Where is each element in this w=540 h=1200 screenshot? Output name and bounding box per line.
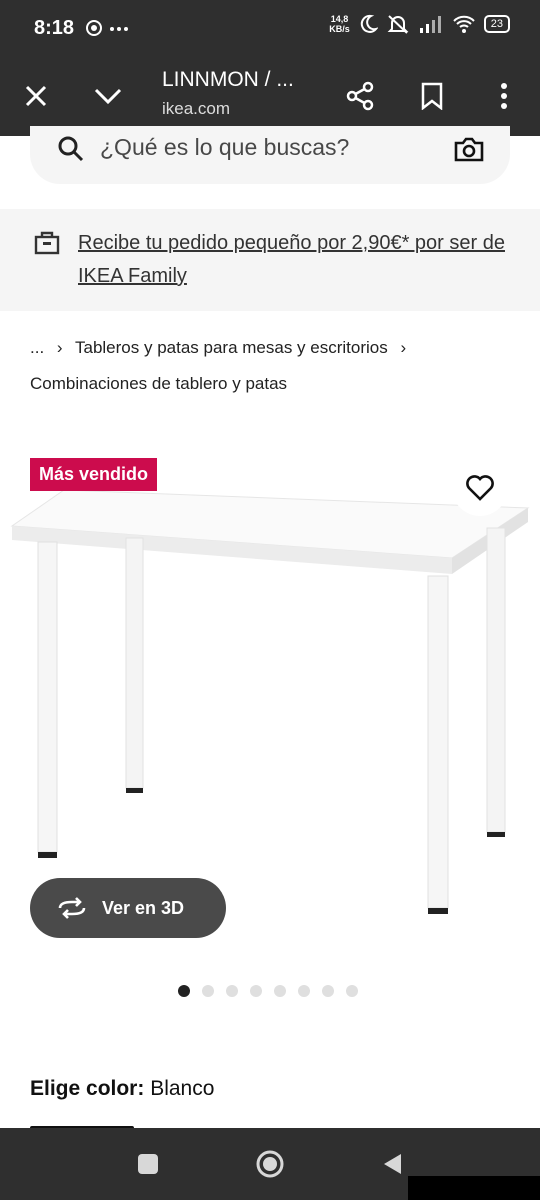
carousel-dots	[178, 985, 358, 997]
close-icon	[25, 85, 47, 107]
heart-icon	[466, 475, 494, 501]
favorite-button[interactable]	[452, 460, 508, 516]
carousel-dot[interactable]	[298, 985, 310, 997]
bestseller-badge: Más vendido	[30, 458, 158, 491]
back-triangle-icon	[384, 1154, 401, 1174]
color-selector-heading: Elige color: Blanco	[30, 1077, 214, 1101]
status-bar: 8:18 14,8 KB/s 23	[0, 0, 540, 56]
bookmark-icon	[421, 82, 443, 110]
mute-bell-icon	[387, 15, 409, 34]
carousel-dot[interactable]	[202, 985, 214, 997]
nav-bar-shadow	[408, 1176, 540, 1200]
carousel-dot[interactable]	[178, 985, 190, 997]
notification-icons	[86, 19, 130, 42]
status-time: 8:18	[34, 17, 75, 39]
view-3d-label: Ver en 3D	[102, 897, 185, 918]
net-speed-unit: KB/s	[329, 24, 350, 34]
close-tab-button[interactable]	[14, 74, 58, 118]
carousel-dot[interactable]	[274, 985, 286, 997]
net-speed-value: 14,8	[330, 14, 349, 24]
collapse-button[interactable]	[86, 74, 130, 118]
carousel-dot[interactable]	[250, 985, 262, 997]
browser-toolbar: LINNMON / ... ikea.com	[0, 56, 540, 136]
breadcrumb-ellipsis[interactable]: ...	[30, 338, 44, 357]
view-3d-button[interactable]: Ver en 3D	[30, 878, 226, 938]
back-button[interactable]	[374, 1146, 410, 1182]
page-url: ikea.com	[162, 99, 231, 118]
recents-button[interactable]	[130, 1146, 166, 1182]
network-speed: 14,8 KB/s	[329, 14, 350, 34]
bookmark-button[interactable]	[410, 74, 454, 118]
carousel-dot[interactable]	[226, 985, 238, 997]
breadcrumb-item-tableros[interactable]: Tableros y patas para mesas y escritorio…	[75, 338, 388, 357]
home-circle-icon	[256, 1150, 284, 1178]
status-right-icons: 14,8 KB/s 23	[329, 14, 510, 34]
more-vert-icon	[501, 83, 507, 109]
search-icon	[58, 136, 84, 167]
signal-icon	[419, 16, 441, 33]
rotate-3d-icon	[58, 897, 86, 919]
color-value: Blanco	[150, 1077, 215, 1100]
color-label: Elige color:	[30, 1077, 145, 1100]
chrome-icon	[86, 20, 128, 36]
camera-search-icon[interactable]	[454, 136, 484, 167]
system-nav-bar	[0, 1128, 540, 1200]
share-icon	[346, 81, 374, 111]
family-banner[interactable]: Recibe tu pedido pequeño por 2,90€* por …	[0, 209, 540, 311]
chevron-down-icon	[94, 88, 122, 105]
home-button[interactable]	[252, 1146, 288, 1182]
search-input[interactable]: ¿Qué es lo que buscas?	[100, 134, 349, 161]
page-title: LINNMON / ...	[162, 68, 294, 91]
breadcrumb-item-combinaciones[interactable]: Combinaciones de tablero y patas	[30, 374, 287, 393]
battery-indicator: 23	[483, 15, 510, 33]
wifi-icon	[453, 15, 475, 33]
carousel-dot[interactable]	[346, 985, 358, 997]
moon-icon	[360, 14, 378, 33]
delivery-box-icon	[34, 231, 60, 260]
share-button[interactable]	[338, 74, 382, 118]
more-options-button[interactable]	[482, 74, 526, 118]
carousel-dot[interactable]	[322, 985, 334, 997]
breadcrumb: ... › Tableros y patas para mesas y escr…	[30, 330, 520, 402]
product-gallery[interactable]: Más vendido Ver en 3D	[0, 430, 540, 970]
product-image[interactable]	[0, 490, 540, 920]
breadcrumb-separator: ›	[56, 338, 63, 357]
breadcrumb-separator: ›	[400, 338, 407, 357]
square-icon	[138, 1154, 158, 1174]
family-banner-link[interactable]: Recibe tu pedido pequeño por 2,90€* por …	[78, 227, 508, 293]
